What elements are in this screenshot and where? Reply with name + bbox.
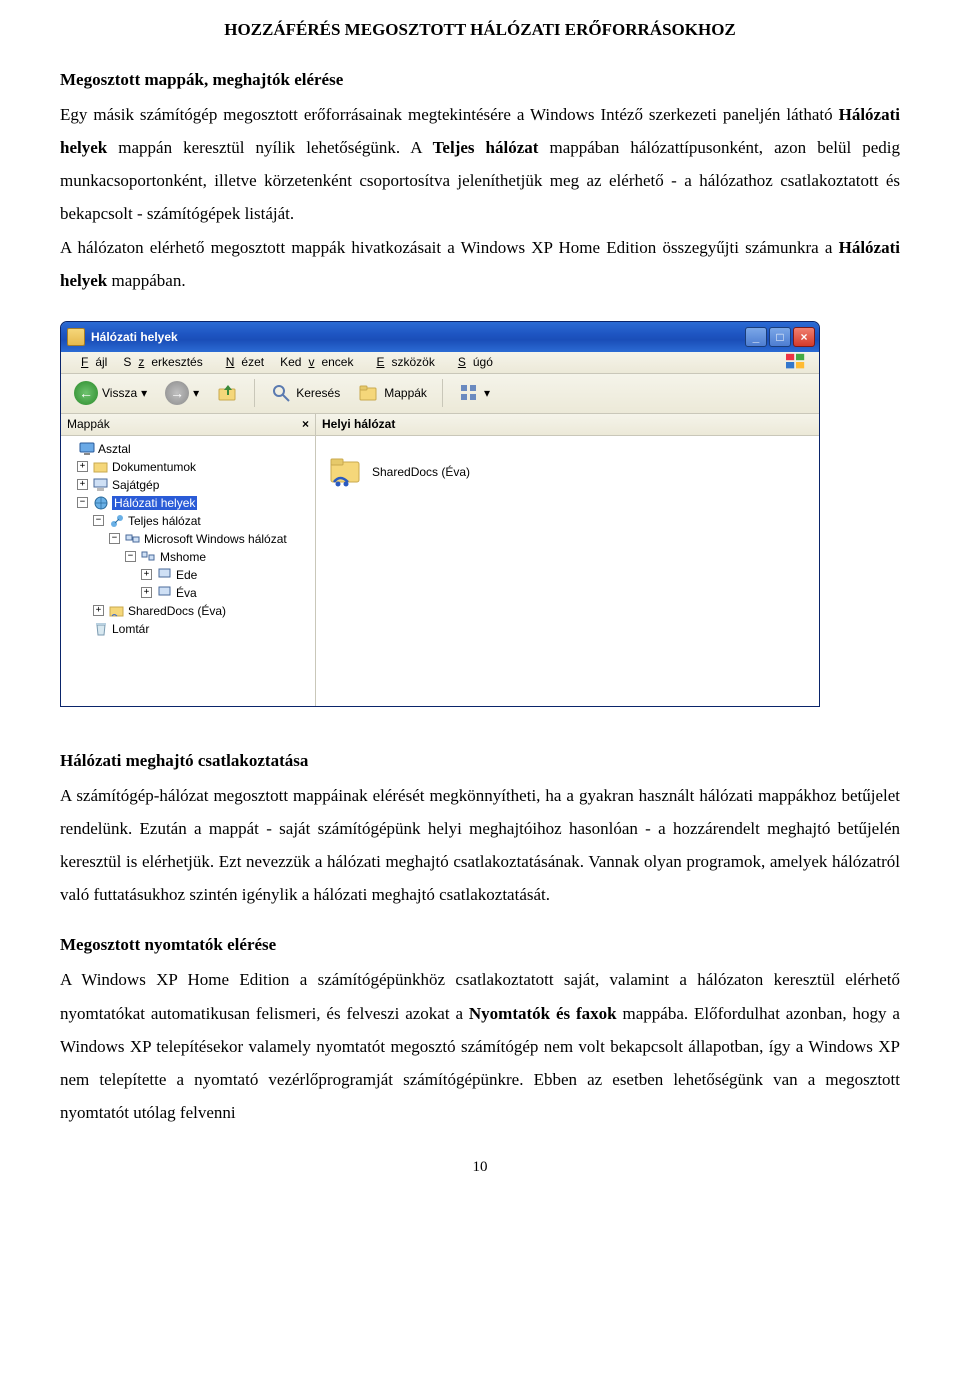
p2-text-a: A hálózaton elérhető megosztott mappák h… — [60, 238, 839, 257]
close-tree-button[interactable]: × — [302, 417, 309, 431]
computer-icon — [93, 477, 109, 493]
p1-bold-d: Teljes hálózat — [433, 138, 539, 157]
window-title: Hálózati helyek — [91, 330, 178, 344]
folder-tree[interactable]: Asztal +Dokumentumok +Sajátgép −Hálózati… — [61, 436, 315, 706]
expand-toggle[interactable]: − — [125, 551, 136, 562]
search-label: Keresés — [296, 386, 340, 400]
tree-item-mycomputer[interactable]: Sajátgép — [112, 478, 159, 492]
expand-toggle[interactable]: + — [141, 587, 152, 598]
tree-item-desktop[interactable]: Asztal — [98, 442, 131, 456]
paragraph-2: A hálózaton elérhető megosztott mappák h… — [60, 231, 900, 297]
shared-folder-icon — [328, 454, 364, 490]
tree-item-network-places[interactable]: Hálózati helyek — [112, 496, 197, 510]
expand-toggle[interactable]: + — [141, 569, 152, 580]
search-button[interactable]: Keresés — [263, 377, 347, 409]
desktop-icon — [79, 441, 95, 457]
maximize-button[interactable]: □ — [769, 327, 791, 347]
computer-icon — [157, 567, 173, 583]
search-icon — [270, 382, 292, 404]
window-icon — [67, 328, 85, 346]
p1-text-a: Egy másik számítógép megosztott erőforrá… — [60, 105, 839, 124]
menu-file[interactable]: FFájlájl — [67, 353, 114, 371]
folder-up-icon — [217, 382, 239, 404]
views-icon — [458, 382, 480, 404]
tree-header: Mappák × — [61, 414, 315, 436]
back-button[interactable]: ← Vissza ▾ — [67, 376, 154, 410]
content-pane[interactable]: SharedDocs (Éva) — [316, 436, 819, 706]
views-button[interactable]: ▾ — [451, 377, 497, 409]
heading-shared-folders: Megosztott mappák, meghajtók elérése — [60, 70, 900, 90]
p2-text-c: mappában. — [107, 271, 185, 290]
menubar: FFájlájl Szerkesztés Nézet Kedvencek Esz… — [61, 352, 819, 374]
expand-toggle[interactable]: + — [77, 479, 88, 490]
back-label: Vissza — [102, 386, 137, 400]
expand-toggle[interactable]: + — [77, 461, 88, 472]
menu-tools[interactable]: Eszközök — [362, 353, 441, 371]
back-arrow-icon: ← — [74, 381, 98, 405]
tree-item-ms-network[interactable]: Microsoft Windows hálózat — [144, 532, 287, 546]
expand-toggle[interactable]: − — [77, 497, 88, 508]
page-number: 10 — [60, 1159, 900, 1176]
up-button[interactable] — [210, 377, 246, 409]
item-label: SharedDocs (Éva) — [372, 465, 470, 479]
network-icon — [109, 513, 125, 529]
trash-icon — [93, 621, 109, 637]
page-title: HOZZÁFÉRÉS MEGOSZTOTT HÁLÓZATI ERŐFORRÁS… — [60, 20, 900, 40]
forward-button[interactable]: → ▾ — [158, 376, 206, 410]
workgroup-icon — [141, 549, 157, 565]
minimize-button[interactable]: _ — [745, 327, 767, 347]
folders-button[interactable]: Mappák — [351, 377, 434, 409]
dropdown-icon: ▾ — [141, 386, 147, 400]
menu-edit[interactable]: Szerkesztés — [116, 353, 209, 371]
shared-folder-icon — [109, 603, 125, 619]
content-header-label: Helyi hálózat — [322, 417, 395, 431]
expand-toggle[interactable]: + — [93, 605, 104, 616]
tree-item-eva[interactable]: Éva — [176, 586, 197, 600]
content-header: Helyi hálózat — [316, 414, 819, 436]
explorer-window: Hálózati helyek _ □ × FFájlájl Szerkeszt… — [60, 321, 820, 707]
menu-view[interactable]: Nézet — [212, 353, 271, 371]
ms-network-icon — [125, 531, 141, 547]
paragraph-4: A Windows XP Home Edition a számítógépün… — [60, 963, 900, 1129]
tree-item-shareddocs[interactable]: SharedDocs (Éva) — [128, 604, 226, 618]
folders-label: Mappák — [384, 386, 427, 400]
close-button[interactable]: × — [793, 327, 815, 347]
toolbar: ← Vissza ▾ → ▾ Keresés Mappák — [61, 374, 819, 414]
p4-bold-b: Nyomtatók és faxok — [469, 1004, 617, 1023]
tree-item-mshome[interactable]: Mshome — [160, 550, 206, 564]
list-item[interactable]: SharedDocs (Éva) — [328, 454, 807, 490]
tree-pane: Mappák × Asztal + Dokumentumok + Sajátgép — [61, 414, 316, 706]
titlebar[interactable]: Hálózati helyek _ □ × — [61, 322, 819, 352]
tree-item-full-network[interactable]: Teljes hálózat — [128, 514, 201, 528]
computer-icon — [157, 585, 173, 601]
heading-printers: Megosztott nyomtatók elérése — [60, 935, 900, 955]
p1-text-c: mappán keresztül nyílik lehetőségünk. A — [107, 138, 432, 157]
dropdown-icon: ▾ — [193, 386, 199, 400]
tree-header-label: Mappák — [67, 417, 110, 431]
tree-item-ede[interactable]: Ede — [176, 568, 197, 582]
heading-netdrive: Hálózati meghajtó csatlakoztatása — [60, 751, 900, 771]
network-places-icon — [93, 495, 109, 511]
expand-toggle[interactable]: − — [93, 515, 104, 526]
expand-toggle[interactable]: − — [109, 533, 120, 544]
menu-favorites[interactable]: Kedvencek — [273, 353, 360, 371]
paragraph-3: A számítógép-hálózat megosztott mappáina… — [60, 779, 900, 912]
paragraph-1: Egy másik számítógép megosztott erőforrá… — [60, 98, 900, 231]
tree-item-trash[interactable]: Lomtár — [112, 622, 149, 636]
folder-icon — [93, 459, 109, 475]
tree-item-documents[interactable]: Dokumentumok — [112, 460, 196, 474]
folders-icon — [358, 382, 380, 404]
forward-arrow-icon: → — [165, 381, 189, 405]
dropdown-icon: ▾ — [484, 386, 490, 400]
windows-flag-icon — [779, 353, 813, 371]
menu-help[interactable]: Súgó — [444, 353, 500, 371]
